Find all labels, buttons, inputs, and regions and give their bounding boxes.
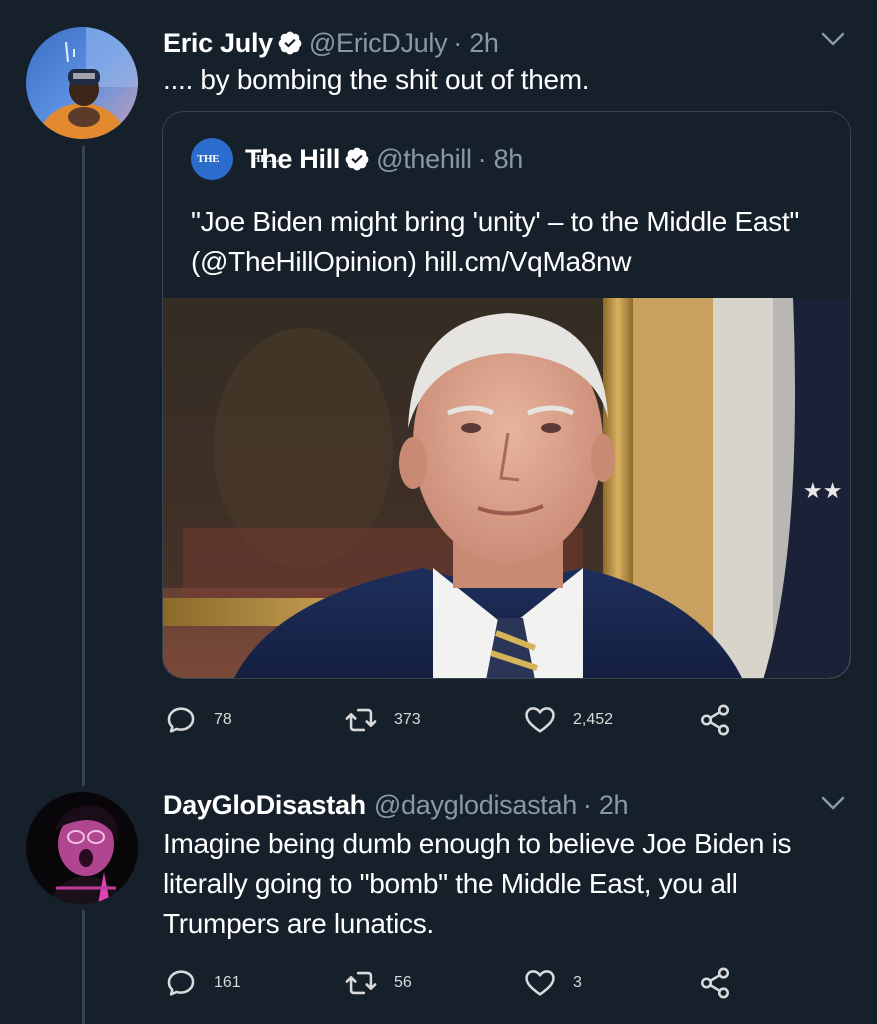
quoted-display-name[interactable]: The Hill [245, 144, 340, 175]
logo-text: THE HILL [197, 153, 279, 165]
avatar-image [26, 27, 138, 139]
quoted-timestamp[interactable]: · 8h [478, 144, 524, 175]
chevron-down-icon[interactable] [818, 788, 848, 818]
timestamp[interactable]: · 2h [583, 788, 629, 822]
reply-button[interactable]: 161 [164, 966, 241, 1000]
tweet-text: Imagine being dumb enough to believe Joe… [163, 828, 792, 939]
quoted-tweet-header: THE HILL The Hill @thehill · 8h [191, 138, 523, 180]
the-hill-logo: THE HILL [191, 138, 279, 180]
retweet-count: 373 [394, 711, 421, 728]
retweet-icon [345, 708, 377, 732]
thread-line [82, 146, 85, 786]
reply-icon [167, 970, 195, 996]
tweet-header: Eric July @EricDJuly · 2h [163, 26, 499, 60]
retweet-button[interactable]: 56 [344, 966, 412, 1000]
quoted-tweet-photo[interactable]: ★★ [163, 298, 851, 679]
avatar[interactable] [26, 27, 138, 139]
reply-count: 78 [214, 711, 232, 728]
like-icon [525, 707, 555, 733]
reply-button[interactable]: 78 [164, 703, 232, 737]
like-icon [525, 970, 555, 996]
retweet-count: 56 [394, 974, 412, 991]
like-count: 2,452 [573, 711, 614, 728]
timestamp[interactable]: · 2h [453, 26, 499, 60]
svg-text:★★: ★★ [803, 479, 842, 504]
quoted-tweet[interactable]: THE HILL The Hill @thehill · 8h "Joe Bid… [162, 111, 851, 679]
share-icon [700, 704, 730, 736]
like-button[interactable]: 3 [523, 966, 582, 1000]
like-button[interactable]: 2,452 [523, 703, 613, 737]
reply-count: 161 [214, 974, 241, 991]
user-handle[interactable]: @dayglodisastah [374, 788, 577, 822]
share-button[interactable] [698, 966, 748, 1000]
verified-badge-icon [278, 31, 302, 55]
retweet-icon [345, 971, 377, 995]
retweet-button[interactable]: 373 [344, 703, 421, 737]
avatar-image [26, 792, 138, 904]
display-name[interactable]: Eric July [163, 26, 273, 60]
tweet-text: .... by bombing the shit out of them. [163, 64, 590, 95]
avatar[interactable] [26, 792, 138, 904]
like-count: 3 [573, 974, 582, 991]
share-button[interactable] [698, 703, 748, 737]
tweet-header: DayGloDisastah @dayglodisastah · 2h [163, 788, 629, 822]
display-name[interactable]: DayGloDisastah [163, 788, 366, 822]
chevron-down-icon[interactable] [818, 24, 848, 54]
thread-line [82, 910, 85, 1024]
quoted-user-handle[interactable]: @thehill [376, 144, 472, 175]
verified-badge-icon [345, 147, 369, 171]
quoted-tweet-text: "Joe Biden might bring 'unity' – to the … [191, 206, 799, 277]
share-icon [700, 967, 730, 999]
reply-icon [167, 707, 195, 733]
user-handle[interactable]: @EricDJuly [309, 26, 448, 60]
